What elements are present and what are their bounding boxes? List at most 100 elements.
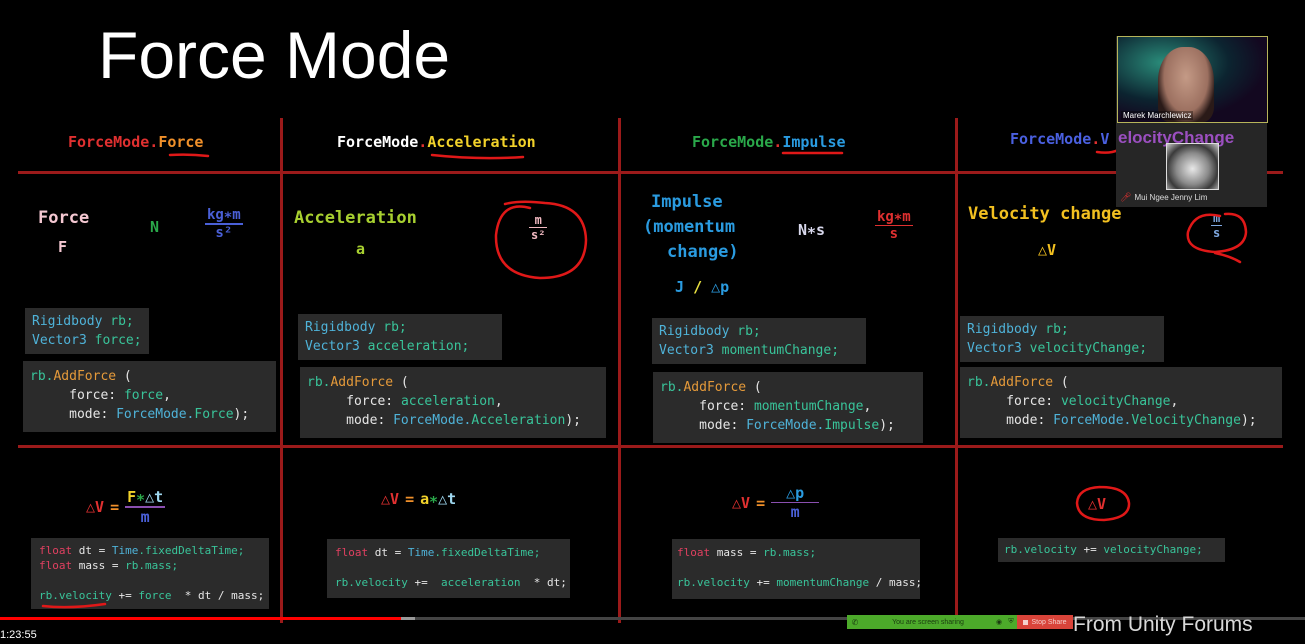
code-token: velocityChange xyxy=(1060,394,1171,409)
formula-term: △t xyxy=(438,490,457,508)
participant-label: 🎤︎ Mui Ngee Jenny Lim xyxy=(1120,192,1207,203)
code-token: float xyxy=(39,559,73,572)
quantity-symbol: F xyxy=(58,238,68,256)
code-token: += xyxy=(1076,543,1104,556)
code-token: dt = xyxy=(374,546,408,559)
code-token: += xyxy=(111,589,139,602)
shield-icon[interactable]: ⛨ xyxy=(1005,618,1017,626)
code-token: ); xyxy=(879,418,895,433)
symbol-term: △p xyxy=(711,278,730,296)
code-addforce-call: rb.AddForce ( force: acceleration, mode:… xyxy=(300,367,606,438)
column-header-velocitychange: ForceMode.V xyxy=(1010,130,1109,148)
formula-numerator: △p xyxy=(786,484,805,502)
code-token: / mass; xyxy=(869,576,923,589)
code-token: mode: xyxy=(1006,413,1054,428)
code-token: momentumChange xyxy=(776,576,870,589)
screen-share-status: You are screen sharing xyxy=(892,618,964,626)
unit-fraction: kg∗m s² xyxy=(205,207,243,241)
code-token: rb; xyxy=(737,324,761,339)
code-token: mode: xyxy=(69,407,117,422)
code-token: rb.mass; xyxy=(763,546,817,559)
formula-eq: = xyxy=(756,493,766,512)
quantity-label: Velocity change xyxy=(968,204,1122,224)
formula-lhs: △V xyxy=(732,493,751,512)
code-addforce-call: rb.AddForce ( force: velocityChange, mod… xyxy=(960,367,1282,438)
code-token: * dt; xyxy=(520,576,567,589)
unit-denominator: s² xyxy=(215,225,233,241)
formula-impulse: △V = △p m xyxy=(732,484,820,521)
code-token: rb.mass; xyxy=(125,559,179,572)
code-declarations: Rigidbody rb; Vector3 momentumChange; xyxy=(652,318,866,364)
code-token: Impulse xyxy=(824,418,880,433)
column-header-force: ForceMode.Force xyxy=(68,133,203,151)
code-token: AddForce xyxy=(330,375,394,390)
code-token: mode: xyxy=(699,418,747,433)
symbol-term: J xyxy=(675,278,685,296)
code-token: float xyxy=(39,544,73,557)
code-token: += xyxy=(749,576,777,589)
participant-video-tile[interactable] xyxy=(1166,143,1219,190)
code-token: force: xyxy=(1006,394,1061,409)
code-token: mass = xyxy=(78,559,126,572)
code-token: momentumChange; xyxy=(721,343,840,358)
code-token: ); xyxy=(565,413,581,428)
code-token: ForceMode. xyxy=(393,413,472,428)
quantity-symbol: △V xyxy=(1038,241,1057,259)
code-token: mode: xyxy=(346,413,394,428)
formula-acceleration: △V = a∗△t xyxy=(381,490,456,508)
speaker-video-tile[interactable]: Marek Marchlewicz xyxy=(1117,36,1268,123)
unit-fraction: m s² xyxy=(529,213,548,242)
code-token: acceleration xyxy=(400,394,495,409)
code-token: AddForce xyxy=(990,375,1054,390)
formula-denominator: m xyxy=(140,508,150,526)
code-token: force: xyxy=(346,394,401,409)
unit-denominator: s² xyxy=(531,228,546,242)
code-token: force; xyxy=(94,333,142,348)
grid-line-top xyxy=(18,171,1283,174)
screen-share-bar: ✆ You are screen sharing ◉ ⛨ xyxy=(847,615,1017,629)
quantity-symbol: a xyxy=(356,240,366,258)
record-icon[interactable]: ◉ xyxy=(993,618,1005,626)
code-token: Vector3 xyxy=(967,341,1022,356)
formula-eq: = xyxy=(110,498,120,516)
formula-term: a xyxy=(420,490,430,508)
code-token: Rigidbody xyxy=(659,324,730,339)
slide-title: Force Mode xyxy=(98,18,451,92)
header-prefix: ForceMode xyxy=(692,133,774,151)
unit-fraction: kg∗m s xyxy=(875,209,913,242)
grid-line-middle xyxy=(18,445,1283,448)
formula-velocitychange: △V xyxy=(1088,495,1107,513)
formula-op: ∗ xyxy=(429,490,439,508)
quantity-label-line: Impulse xyxy=(651,192,723,212)
code-token: velocityChange; xyxy=(1103,543,1203,556)
video-timestamp: 1:23:55 xyxy=(0,629,37,641)
header-dot: . xyxy=(773,133,783,151)
code-token: Force xyxy=(194,407,234,422)
code-addforce-call: rb.AddForce ( force: force, mode: ForceM… xyxy=(23,361,276,432)
header-prefix: ForceMode xyxy=(1010,130,1092,148)
mic-muted-icon: 🎤︎ xyxy=(1120,192,1132,202)
code-token: Rigidbody xyxy=(967,322,1038,337)
formula-force: △V = F∗△t m xyxy=(86,488,166,526)
code-token: rb; xyxy=(110,314,134,329)
code-token: rb. xyxy=(967,375,991,390)
annotation-underline-force xyxy=(168,153,210,158)
code-token: force xyxy=(123,388,164,403)
code-token: velocityChange; xyxy=(1029,341,1148,356)
code-token: force xyxy=(138,589,172,602)
speaker-name: Marek Marchlewicz xyxy=(1121,111,1194,120)
formula-term: △t xyxy=(145,488,164,506)
code-token: force: xyxy=(69,388,124,403)
code-token: Vector3 xyxy=(305,339,360,354)
header-dot: . xyxy=(418,133,428,151)
unit-denominator: s xyxy=(1213,226,1221,240)
phone-icon[interactable]: ✆ xyxy=(847,618,863,627)
header-mode: Impulse xyxy=(782,133,846,151)
column-header-acceleration: ForceMode.Acceleration xyxy=(337,133,536,151)
code-token: .fixedDeltaTime; xyxy=(138,544,245,557)
quantity-label-line: (momentum xyxy=(643,217,736,237)
watermark-text: From Unity Forums xyxy=(1073,613,1253,636)
code-token: Time xyxy=(111,544,139,557)
stop-share-button[interactable]: Stop Share xyxy=(1017,615,1073,629)
formula-fraction: △p m xyxy=(771,484,820,521)
